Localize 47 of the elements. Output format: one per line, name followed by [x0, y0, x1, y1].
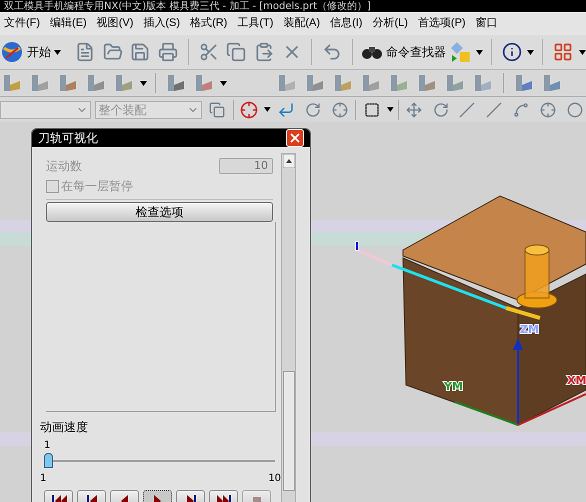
slider-max-label: 10: [268, 472, 282, 486]
caret-icon[interactable]: [527, 50, 534, 54]
menu-item[interactable]: 编辑(E): [50, 15, 87, 32]
axis-label: I: [355, 240, 360, 253]
caret-icon[interactable]: [386, 107, 394, 112]
menu-item[interactable]: 信息(I): [330, 15, 362, 32]
binoculars-icon: [361, 44, 384, 60]
checkbox-label: 在每一层暂停: [61, 178, 133, 195]
scroll-thumb[interactable]: [282, 371, 295, 491]
menu-item[interactable]: 文件(F): [4, 15, 40, 32]
menu-item[interactable]: 插入(S): [143, 15, 180, 32]
slider-min-label: 1: [40, 472, 46, 486]
x-axis-line: [518, 393, 586, 426]
window-title: 双工模具手机编程专用NX(中文)版本 模具费三代 - 加工 - [models.prt（修改的）]: [4, 0, 371, 12]
menu-item[interactable]: 视图(V): [96, 15, 134, 32]
axis-label: ZM: [520, 323, 539, 336]
dropdown-value: 整个装配: [98, 102, 146, 118]
speed-value: 1: [44, 439, 52, 453]
command-finder-button[interactable]: 命令查找器: [361, 43, 446, 61]
axis-label: YM: [444, 380, 463, 393]
caret-icon[interactable]: [264, 107, 271, 112]
y-axis-line: [454, 401, 518, 426]
menu-item[interactable]: 装配(A): [283, 15, 320, 32]
menu-item[interactable]: 分析(L): [372, 15, 408, 32]
start-button[interactable]: 开始: [0, 40, 69, 64]
caret-icon[interactable]: [220, 80, 227, 86]
axis-label: XM: [567, 374, 586, 387]
caret-icon[interactable]: [54, 50, 61, 54]
menu-item[interactable]: 工具(T): [237, 15, 274, 32]
scrollbar[interactable]: [281, 153, 296, 502]
slider-thumb[interactable]: [44, 453, 53, 468]
dialog-title: 刀轨可视化: [38, 130, 98, 147]
motion-count-label: 运动数: [46, 158, 82, 175]
caret-icon[interactable]: [140, 80, 147, 86]
printer-icon[interactable]: [156, 40, 180, 64]
cutting-tool: [516, 244, 558, 308]
speed-label: 动画速度: [40, 419, 89, 436]
scroll-up-icon: [282, 154, 295, 168]
menu-item[interactable]: 格式(R): [190, 15, 228, 32]
caret-icon[interactable]: [579, 50, 586, 54]
type-filter-dropdown[interactable]: [0, 100, 92, 118]
check-options-button[interactable]: 检查选项: [46, 202, 274, 222]
menu-item[interactable]: 窗口: [476, 15, 498, 32]
caret-icon[interactable]: [476, 50, 483, 54]
globe-icon: [0, 40, 24, 64]
speed-slider[interactable]: [44, 453, 276, 469]
menu-item[interactable]: 首选项(P): [418, 15, 466, 32]
